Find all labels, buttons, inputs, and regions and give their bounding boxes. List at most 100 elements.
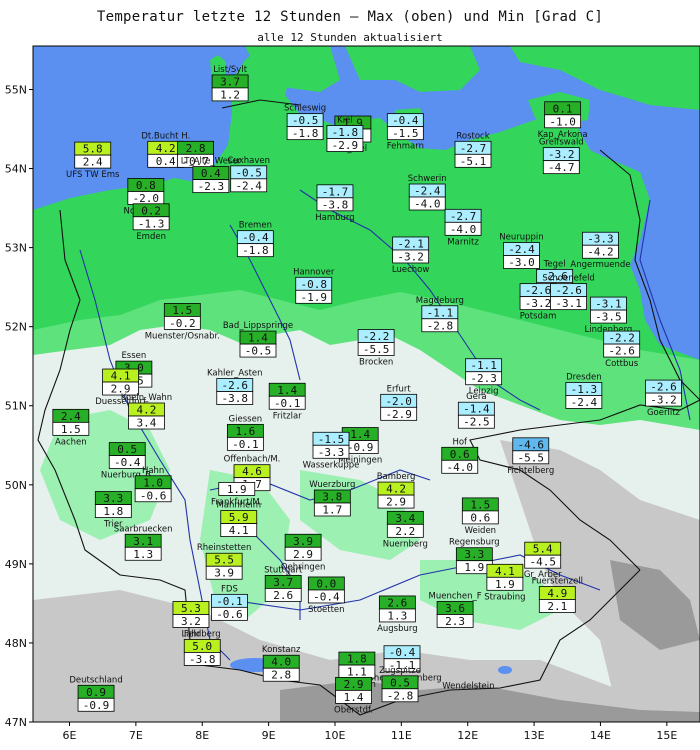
station-marker[interactable]: 4.23.4 Koeln_Wahn [121, 393, 172, 430]
station-marker[interactable]: 5.4-4.5Gr_Arber [524, 541, 562, 580]
station-name: Potsdam [520, 312, 557, 322]
station-name: Schleswig [284, 104, 326, 114]
min-temp-value: -5.5 [518, 451, 545, 464]
station-marker[interactable]: 0.2-1.3 Emden [132, 203, 170, 242]
max-temp-value: 2.8 [186, 142, 206, 155]
station-marker[interactable]: 3.81.7 Wuerzburg [309, 480, 355, 517]
station-marker[interactable]: -0.4-1.5 Fehmarn [387, 113, 424, 152]
station-name: Giessen [229, 414, 263, 424]
min-temp-value: -3.2 [525, 297, 552, 310]
min-temp-value: -1.8 [242, 244, 269, 257]
station-marker[interactable]: -2.6-3.1 Schoenefeld [542, 274, 594, 311]
min-temp-value: -2.9 [332, 139, 359, 152]
station-marker[interactable]: 5.0-3.8 Feldberg [183, 629, 221, 666]
station-marker[interactable]: -2.4-4.0 Schwerin [408, 174, 447, 211]
station-marker[interactable]: -2.7-4.0Marnitz [444, 208, 482, 247]
station-marker[interactable]: 2.61.3 Augsburg [377, 595, 418, 634]
min-temp-value: 0.4 [156, 155, 176, 168]
station-marker[interactable]: 1.6-0.1 Giessen [226, 414, 264, 451]
station-marker[interactable]: -2.4-3.0 Neuruppin [499, 233, 543, 270]
station-marker[interactable]: -1.1-2.3Leipzig [465, 358, 503, 397]
min-temp-value: -2.3 [198, 180, 225, 193]
max-temp-value: -2.6 [555, 284, 582, 297]
station-name: Emden [136, 232, 166, 242]
station-marker[interactable]: Wendelstein [442, 682, 494, 692]
station-marker[interactable]: 0.5-2.8 Zugspitze [379, 666, 421, 703]
station-marker[interactable]: 2.91.4Oberstdf. [334, 676, 373, 715]
station-marker[interactable]: 0.1-1.0Kap_Arkona [538, 101, 588, 140]
station-name: Oberstdf. [334, 705, 373, 715]
max-temp-value: -1.7 [322, 185, 349, 198]
station-marker[interactable]: 3.71.2 List/Sylt [211, 65, 249, 102]
max-temp-value: 5.3 [181, 602, 201, 615]
station-name: Dresden [566, 372, 602, 382]
station-marker[interactable]: -2.6-3.2Goerlitz [645, 379, 682, 418]
station-name: Tegel [543, 259, 566, 269]
station-marker[interactable]: 4.11.9Straubing [484, 563, 526, 602]
max-temp-value: 4.2 [386, 483, 406, 496]
station-name: Schoenefeld [542, 274, 594, 284]
station-name: Bremen [239, 221, 272, 231]
station-marker[interactable]: 3.42.2Nuernberg [383, 510, 428, 549]
lat-tick-label: 49N [5, 558, 27, 571]
station-marker[interactable]: -0.4-1.8 Bremen [236, 221, 274, 258]
max-temp-value: 0.5 [390, 676, 410, 689]
min-temp-value: -1.0 [549, 115, 576, 128]
station-name: Goerlitz [647, 408, 681, 418]
station-name: Bamberg [377, 472, 416, 482]
station-marker[interactable]: -3.2-4.7 Greifswald [539, 138, 584, 175]
max-temp-value: 4.1 [111, 370, 131, 383]
max-temp-value: 4.0 [271, 656, 291, 669]
min-temp-value: 1.9 [495, 578, 515, 591]
min-temp-value: 1.8 [103, 505, 123, 518]
station-name: Offenbach/M. [224, 455, 281, 465]
station-marker[interactable]: -1.7-3.8 Hamburg [315, 184, 355, 223]
station-marker[interactable]: -2.1-3.2 Luechow [392, 236, 429, 275]
station-marker[interactable]: 0.0-0.4 Stoetten [307, 576, 345, 615]
station-marker[interactable]: 2.41.5Aachen [52, 408, 90, 447]
station-marker[interactable]: -2.2-5.5Brocken [357, 329, 395, 367]
lon-tick-label: 13E [524, 729, 545, 742]
station-name: Schwerin [408, 174, 447, 184]
min-temp-value: -2.4 [571, 396, 598, 409]
station-name: FDS [221, 584, 238, 594]
station-marker[interactable]: 3.72.6 Stuttgart [264, 565, 303, 602]
min-temp-value: 1.9 [464, 561, 484, 574]
station-marker[interactable]: -4.6-5.5 Fichtelberg [507, 437, 554, 476]
max-temp-value: 1.0 [143, 476, 163, 489]
min-temp-value: 2.9 [293, 548, 313, 561]
min-temp-value: -5.1 [460, 155, 487, 168]
min-temp-value: -3.2 [650, 394, 677, 407]
station-marker[interactable]: -1.3-2.4 Dresden [565, 372, 603, 409]
station-marker[interactable]: 4.02.8 Konstanz [262, 645, 301, 682]
station-marker[interactable]: -0.8-1.9 Hannover [293, 267, 335, 304]
lat-tick-label: 55N [5, 83, 27, 96]
station-marker[interactable]: -1.1-2.8 Magdeburg [416, 296, 464, 333]
station-marker[interactable]: -2.2-2.6Cottbus [603, 330, 641, 369]
min-temp-value: -0.2 [169, 317, 196, 330]
min-temp-value: -1.9 [300, 291, 327, 304]
max-temp-value: 5.5 [214, 554, 234, 567]
lon-tick-label: 15E [656, 729, 677, 742]
max-temp-value: -1.8 [332, 126, 359, 139]
station-marker[interactable]: 5.94.1 Mannheim [216, 501, 261, 538]
station-marker[interactable]: -3.1-3.5Lindenberg [584, 296, 632, 335]
max-temp-value: -0.8 [300, 278, 327, 291]
station-name: Stuttgart [264, 565, 303, 575]
lat-tick-label: 54N [5, 163, 27, 176]
station-marker[interactable]: 4.92.1 Fuerstenzell [532, 576, 583, 613]
station-marker[interactable]: -0.5-1.8 Schleswig [284, 104, 326, 141]
max-temp-value: 3.1 [133, 535, 153, 548]
station-name: Magdeburg [416, 296, 464, 306]
station-marker[interactable]: 1.4-0.1Fritzlar [268, 382, 306, 421]
station-marker[interactable]: -2.7-5.1 Rostock [454, 131, 492, 168]
max-temp-value: -3.1 [595, 298, 622, 311]
min-temp-value: -3.5 [595, 311, 622, 324]
station-marker[interactable]: 4.22.9 Bamberg [377, 472, 416, 509]
min-temp-value: -2.3 [470, 372, 497, 385]
max-temp-value: -0.4 [389, 646, 416, 659]
station-name: Wasserkuppe [303, 460, 360, 470]
station-marker[interactable]: 1.50.6 Weiden [461, 497, 499, 536]
station-name: Wuerzburg [309, 480, 355, 490]
lon-tick-label: 9E [262, 729, 276, 742]
